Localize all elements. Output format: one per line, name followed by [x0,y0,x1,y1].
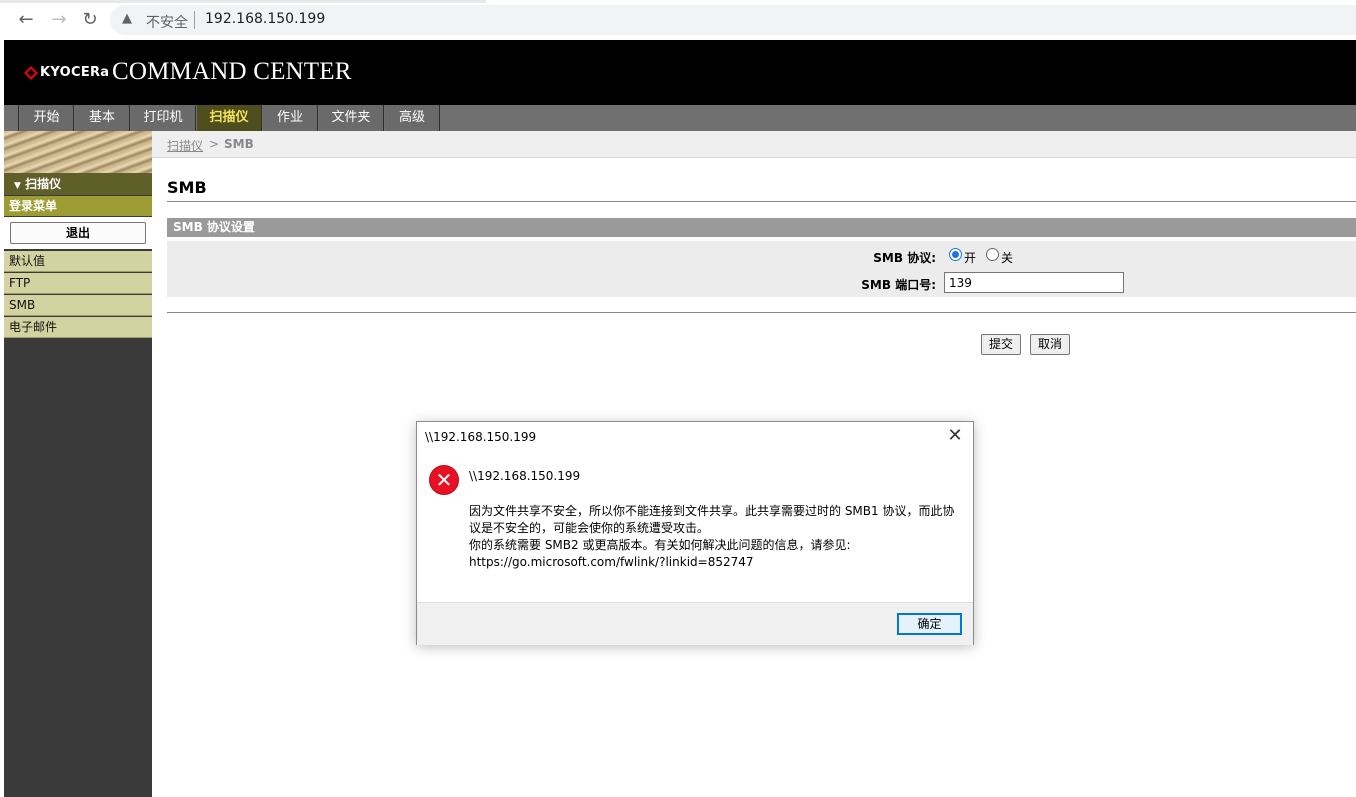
browser-toolbar: ← → ↻ ▲ 不安全 192.168.150.199 [0,0,1356,40]
smb-error-dialog: \\192.168.150.199 ✕ ✕ \\192.168.150.199 … [416,421,974,645]
ok-button[interactable]: 确定 [897,613,962,635]
sidebar-section-label: 扫描仪 [25,177,62,191]
sidebar-section-scanner[interactable]: ▼ 扫描仪 [4,173,152,195]
smb-port-label: SMB 端口号: [861,278,936,292]
sidebar-item-email[interactable]: 电子邮件 [4,317,152,338]
sidebar-banner-image [4,131,152,173]
smb-on-label[interactable]: 开 [964,249,976,266]
app-title: COMMAND CENTER [112,58,352,85]
brand-logo-text: KYOCERa [40,65,110,80]
tab-advanced[interactable]: 高级 [385,105,440,131]
back-arrow-icon[interactable]: ← [14,8,38,32]
smb-port-input[interactable] [944,272,1124,293]
cancel-button[interactable]: 取消 [1030,334,1070,355]
smb-off-radio[interactable] [986,248,999,261]
forward-arrow-icon[interactable]: → [47,8,71,32]
dialog-heading: \\192.168.150.199 [469,469,581,483]
form-bottom-divider [167,312,1356,313]
dialog-footer: 确定 [417,602,973,645]
sidebar: ▼ 扫描仪 登录菜单 退出 默认值 FTP SMB 电子邮件 [4,131,152,797]
tab-strip [0,0,486,3]
breadcrumb: 扫描仪 > SMB [152,131,1356,158]
smb-settings-form: SMB 协议: 开 关 SMB 端口号: [167,241,1356,297]
submit-button[interactable]: 提交 [981,334,1021,355]
error-icon: ✕ [429,465,459,495]
kyocera-logo-icon [24,66,38,80]
tab-printer[interactable]: 打印机 [131,105,196,131]
breadcrumb-separator: > [209,137,220,151]
url-text[interactable]: 192.168.150.199 [205,11,325,27]
sidebar-item-defaults[interactable]: 默认值 [4,251,152,272]
smb-on-radio[interactable] [949,248,962,261]
address-divider [194,11,195,29]
smb-off-label[interactable]: 关 [1001,249,1013,266]
sidebar-item-smb[interactable]: SMB [4,295,152,316]
page-title: SMB [167,178,207,197]
insecure-label[interactable]: 不安全 [146,12,188,32]
tab-scanner[interactable]: 扫描仪 [197,105,262,131]
smb-protocol-label: SMB 协议: [873,251,936,265]
triangle-down-icon: ▼ [14,181,21,191]
dialog-message-line: 因为文件共享不安全，所以你不能连接到文件共享。此共享需要过时的 SMB1 协议，… [469,504,955,518]
logout-area: 退出 [4,217,152,249]
dialog-message-line: 你的系统需要 SMB2 或更高版本。有关如何解决此问题的信息，请参见: [469,538,851,552]
tab-spacer [4,105,19,131]
dialog-message: 因为文件共享不安全，所以你不能连接到文件共享。此共享需要过时的 SMB1 协议，… [469,503,969,571]
login-menu-label: 登录菜单 [4,196,152,216]
reload-icon[interactable]: ↻ [78,8,102,32]
close-icon[interactable]: ✕ [945,426,965,446]
logout-button[interactable]: 退出 [10,222,146,244]
section-header: SMB 协议设置 [167,218,1356,237]
breadcrumb-scanner-link[interactable]: 扫描仪 [167,137,203,154]
breadcrumb-current: SMB [224,137,254,151]
title-divider [167,201,1356,202]
main-tabs: 开始 基本 打印机 扫描仪 作业 文件夹 高级 [4,105,1356,131]
tab-folders[interactable]: 文件夹 [319,105,384,131]
app-header: KYOCERa COMMAND CENTER [4,40,1356,105]
dialog-message-line: 议是不安全的，可能会使你的系统遭受攻击。 [469,521,710,535]
tab-jobs[interactable]: 作业 [263,105,318,131]
sidebar-item-ftp[interactable]: FTP [4,273,152,294]
warning-icon[interactable]: ▲ [122,11,132,26]
tab-basic[interactable]: 基本 [75,105,130,131]
tab-start[interactable]: 开始 [20,105,74,131]
dialog-help-link: https://go.microsoft.com/fwlink/?linkid=… [469,555,754,569]
address-bar[interactable]: ▲ 不安全 192.168.150.199 [110,5,1356,35]
dialog-title: \\192.168.150.199 [425,430,537,444]
